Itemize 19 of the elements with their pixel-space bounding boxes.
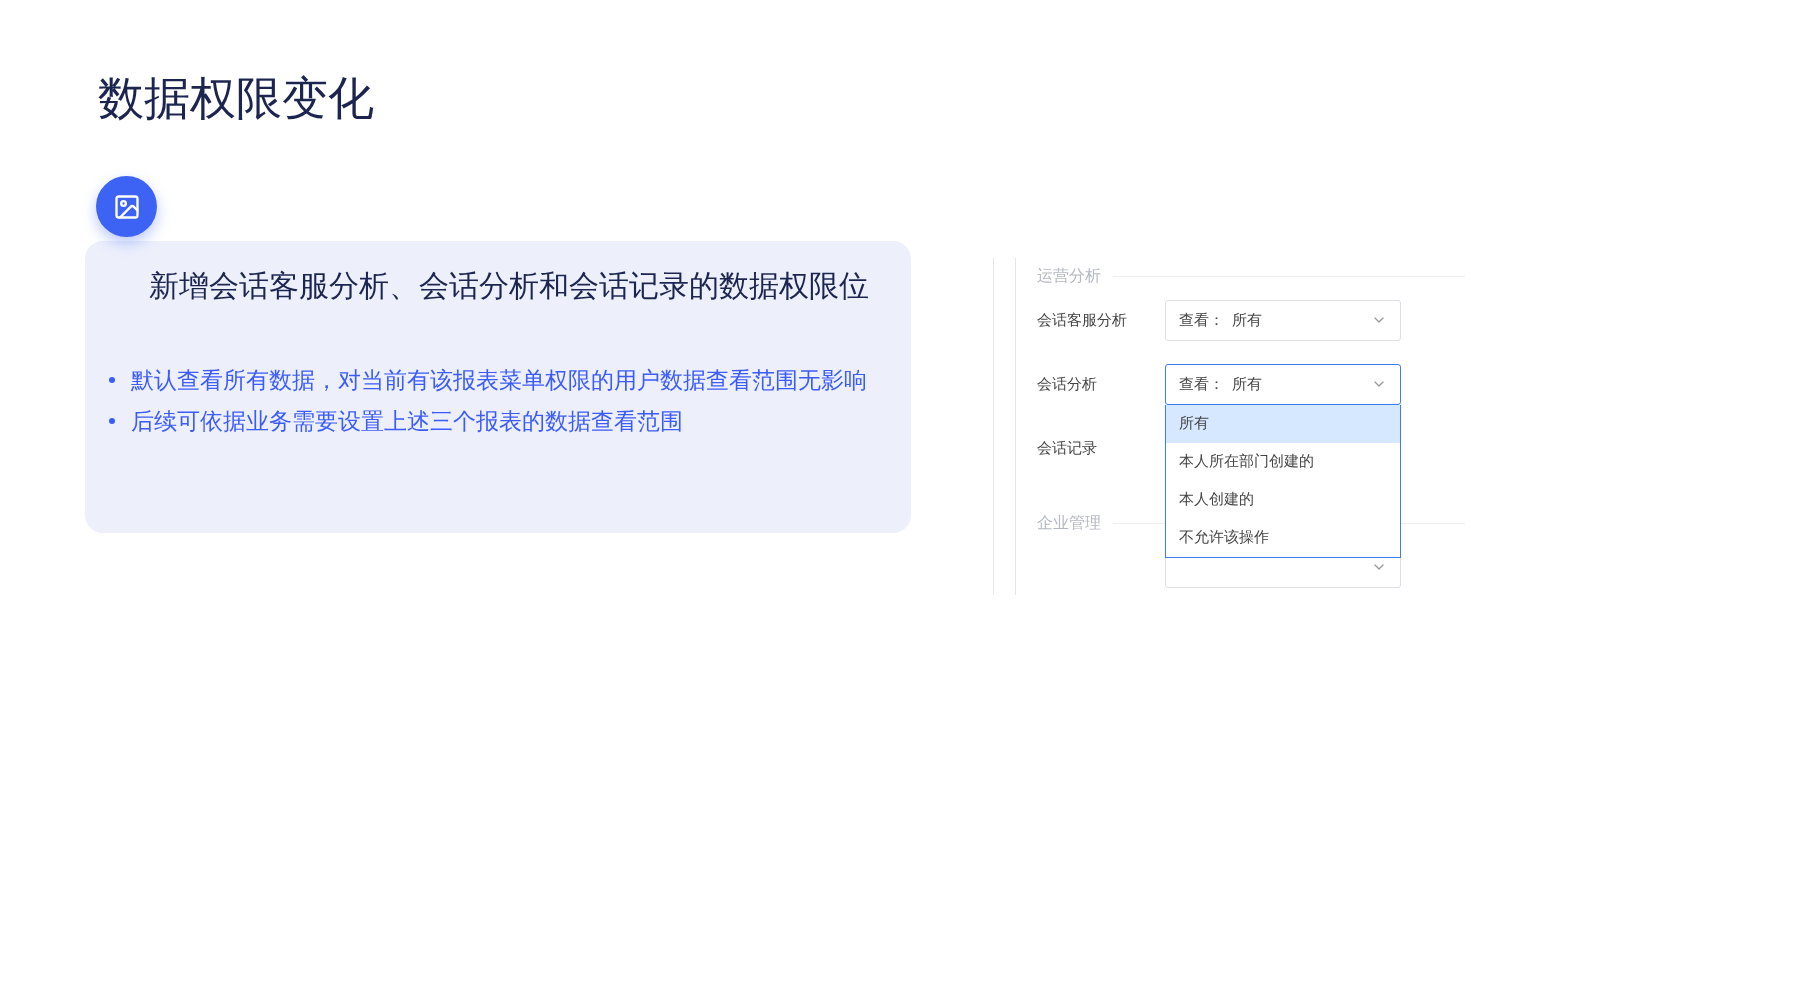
section-title: 企业管理	[1037, 513, 1101, 533]
dropdown-select[interactable]: 查看： 所有	[1165, 363, 1401, 405]
row-label: 会话记录	[1037, 439, 1097, 456]
select-value: 所有	[1232, 373, 1262, 394]
dropdown-option[interactable]: 所有	[1166, 404, 1400, 443]
section-title: 运营分析	[1037, 266, 1101, 286]
bullet-text: 默认查看所有数据，对当前有该报表菜单权限的用户数据查看范围无影响	[131, 365, 867, 395]
select-prefix: 查看：	[1179, 309, 1224, 330]
bullet-icon	[109, 377, 115, 383]
select-prefix: 查看：	[1179, 373, 1224, 394]
bullet-icon	[109, 418, 115, 424]
row-label: 会话客服分析	[1037, 311, 1127, 328]
card-heading: 新增会话客服分析、会话分析和会话记录的数据权限位	[148, 268, 870, 304]
row-label: 会话分析	[1037, 375, 1097, 392]
image-badge-icon	[96, 176, 157, 237]
select-value: 所有	[1232, 309, 1262, 330]
dropdown-select[interactable]: 查看： 所有	[1165, 299, 1401, 341]
page-title: 数据权限变化	[98, 71, 374, 126]
bullet-text: 后续可依据业务需要设置上述三个报表的数据查看范围	[131, 406, 683, 436]
